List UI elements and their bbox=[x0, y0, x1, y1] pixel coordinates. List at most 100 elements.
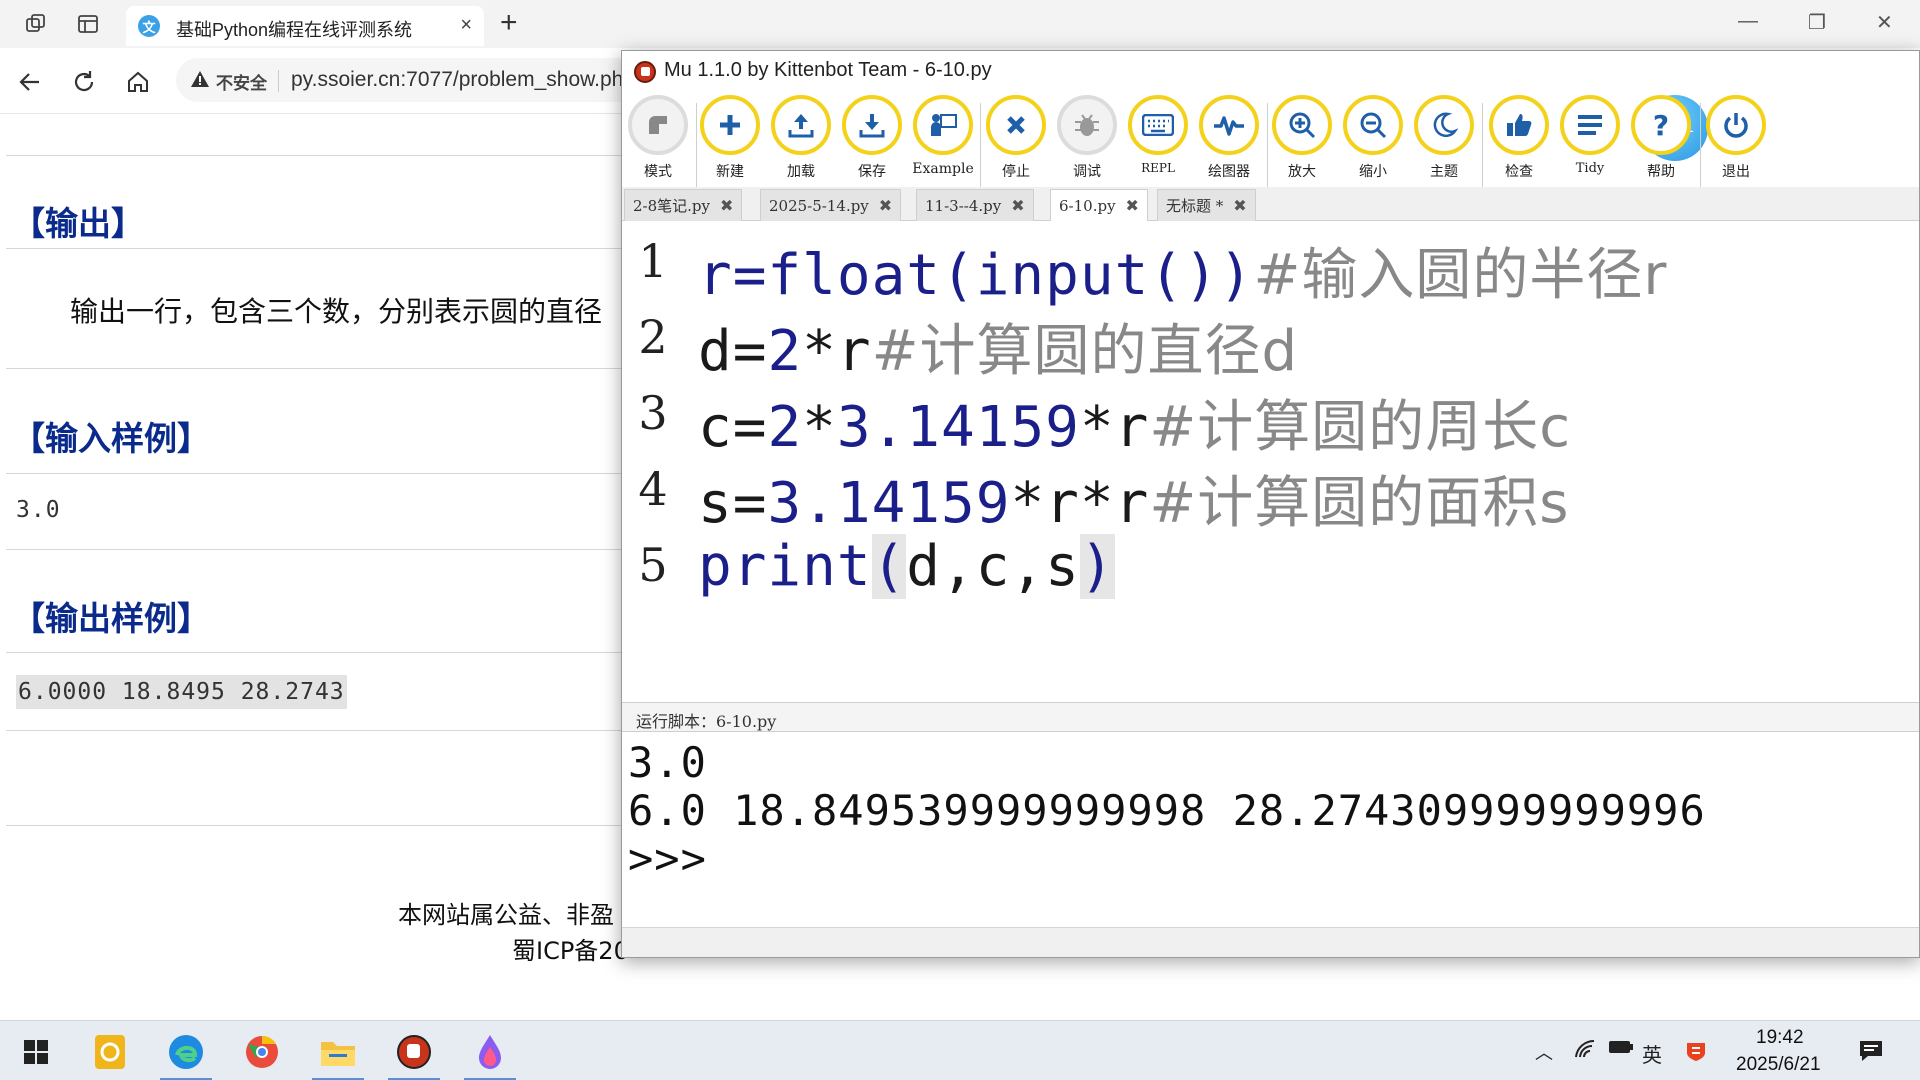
run-status-bar: 运行脚本：6-10.py bbox=[622, 702, 1919, 732]
footer-icp[interactable]: 蜀ICP备20 bbox=[512, 931, 629, 966]
toolbar-separator bbox=[1267, 103, 1268, 189]
download-icon bbox=[842, 95, 902, 155]
file-tab[interactable]: 2-8笔记.py ✖ bbox=[624, 189, 743, 221]
close-tab-button[interactable]: × bbox=[460, 14, 472, 37]
address-separator bbox=[278, 70, 279, 92]
help-button[interactable]: ? 帮助 bbox=[1629, 95, 1693, 195]
theme-button[interactable]: 主题 bbox=[1412, 95, 1476, 195]
refresh-icon[interactable] bbox=[66, 64, 102, 100]
taskbar-edge-icon[interactable] bbox=[156, 1027, 216, 1080]
notification-center-icon[interactable] bbox=[1858, 1039, 1884, 1068]
run-status-text: 运行脚本：6-10.py bbox=[636, 712, 777, 731]
file-tab[interactable]: 无标题 * ✖ bbox=[1157, 189, 1256, 221]
code-segment: d= bbox=[698, 319, 768, 384]
code-comment: #输入圆的半径r bbox=[1253, 243, 1668, 308]
tab-title: 基础Python编程在线评测系统 bbox=[176, 20, 413, 40]
clock-time[interactable]: 19:42 bbox=[1756, 1027, 1804, 1049]
mu-logo-icon bbox=[634, 61, 656, 83]
repl-line: 3.0 bbox=[628, 738, 707, 787]
code-editor[interactable]: 1 r=float(input())#输入圆的半径r 2 d=2*r#计算圆的直… bbox=[622, 222, 1919, 702]
zoom-in-icon bbox=[1272, 95, 1332, 155]
close-icon[interactable]: ✖ bbox=[1126, 196, 1139, 216]
start-button[interactable] bbox=[6, 1027, 66, 1077]
toolbar-label: 调试 bbox=[1073, 164, 1101, 180]
code-line: 4 s=3.14159*r*r#计算圆的面积s bbox=[622, 458, 1919, 536]
quit-button[interactable]: 退出 bbox=[1704, 95, 1768, 195]
tab-actions-icon[interactable] bbox=[74, 10, 102, 38]
close-icon[interactable]: ✖ bbox=[1233, 196, 1246, 216]
battery-icon[interactable] bbox=[1608, 1039, 1634, 1060]
new-button[interactable]: 新建 bbox=[698, 95, 762, 195]
wifi-icon[interactable] bbox=[1574, 1039, 1596, 1064]
active-browser-tab[interactable]: 文 基础Python编程在线评测系统 × bbox=[126, 6, 484, 46]
show-hidden-icons-chevron-icon[interactable]: ︿ bbox=[1535, 1039, 1553, 1065]
url-text[interactable]: py.ssoier.cn:7077/problem_show.php bbox=[291, 68, 635, 92]
back-icon[interactable] bbox=[12, 64, 48, 100]
toolbar-separator bbox=[696, 103, 697, 189]
zoom-in-button[interactable]: 放大 bbox=[1270, 95, 1334, 195]
close-icon[interactable]: ✖ bbox=[720, 196, 733, 216]
toolbar-separator bbox=[1482, 103, 1483, 189]
repl-line: 6.0 18.849539999999998 28.27430999999999… bbox=[628, 786, 1706, 835]
debug-button[interactable]: 调试 bbox=[1055, 95, 1119, 195]
taskbar-browser-icon[interactable] bbox=[232, 1027, 292, 1077]
example-button[interactable]: Example bbox=[911, 95, 975, 195]
file-tab-label: 2025-5-14.py bbox=[769, 196, 869, 215]
file-tab-label: 11-3--4.py bbox=[925, 196, 1002, 215]
load-button[interactable]: 加载 bbox=[769, 95, 833, 195]
sample-output-value: 6.0000 18.8495 28.2743 bbox=[18, 679, 345, 705]
taskbar-mu-editor-icon[interactable] bbox=[384, 1027, 444, 1080]
input-method-indicator[interactable]: 英 bbox=[1642, 1039, 1662, 1068]
code-segment: *r bbox=[802, 319, 872, 384]
mu-window-title: Mu 1.1.0 by Kittenbot Team - 6-10.py bbox=[664, 59, 992, 81]
restore-button[interactable]: ❐ bbox=[1808, 10, 1826, 35]
file-tab[interactable]: 11-3--4.py ✖ bbox=[916, 189, 1034, 221]
toolbar-label: Tidy bbox=[1575, 161, 1605, 176]
taskbar-file-explorer-icon[interactable] bbox=[308, 1027, 368, 1080]
repl-output-pane[interactable]: 3.0 6.0 18.849539999999998 28.2743099999… bbox=[622, 732, 1919, 932]
line-number: 2 bbox=[638, 310, 668, 364]
close-icon[interactable]: ✖ bbox=[1011, 196, 1024, 216]
pulse-icon bbox=[1199, 95, 1259, 155]
tidy-button[interactable]: Tidy bbox=[1558, 95, 1622, 195]
toolbar-label: 加载 bbox=[787, 164, 815, 180]
bracket-match: ) bbox=[1079, 534, 1115, 599]
file-tab-label: 6-10.py bbox=[1059, 196, 1116, 215]
check-button[interactable]: 检查 bbox=[1487, 95, 1551, 195]
close-icon[interactable]: ✖ bbox=[879, 196, 892, 216]
bracket-match: ( bbox=[871, 534, 907, 599]
footer-notice: 本网站属公益、非盈 bbox=[398, 901, 614, 929]
taskbar-app-notes-icon[interactable] bbox=[80, 1027, 140, 1077]
workspaces-icon[interactable] bbox=[22, 10, 50, 38]
output-heading: 【输出】 bbox=[12, 204, 144, 243]
toolbar-label: 主题 bbox=[1430, 164, 1458, 180]
minimize-button[interactable]: — bbox=[1738, 10, 1758, 33]
toolbar-label: 新建 bbox=[716, 164, 744, 180]
taskbar-paint-icon[interactable] bbox=[460, 1027, 520, 1080]
mu-title-bar[interactable]: Mu 1.1.0 by Kittenbot Team - 6-10.py bbox=[622, 51, 1919, 91]
sample-input-heading: 【输入样例】 bbox=[12, 419, 210, 458]
close-window-button[interactable]: ✕ bbox=[1876, 10, 1893, 35]
sample-input-value: 3.0 bbox=[16, 497, 61, 523]
insecure-label: 不安全 bbox=[216, 74, 267, 93]
new-tab-button[interactable]: + bbox=[500, 6, 518, 40]
plotter-button[interactable]: 绘图器 bbox=[1197, 95, 1261, 195]
repl-prompt[interactable]: >>> bbox=[628, 834, 707, 883]
clock-date[interactable]: 2025/6/21 bbox=[1736, 1054, 1821, 1076]
stop-icon bbox=[986, 95, 1046, 155]
repl-button[interactable]: REPL bbox=[1126, 95, 1190, 195]
code-segment: d,c,s bbox=[906, 534, 1080, 599]
warning-icon[interactable] bbox=[190, 69, 210, 94]
toolbar-label: 绘图器 bbox=[1208, 164, 1250, 180]
mode-button[interactable]: 模式 bbox=[626, 95, 690, 195]
home-icon[interactable] bbox=[120, 64, 156, 100]
antivirus-icon[interactable] bbox=[1684, 1039, 1708, 1068]
file-tab[interactable]: 2025-5-14.py ✖ bbox=[760, 189, 902, 221]
site-favicon-icon: 文 bbox=[138, 15, 160, 37]
zoom-out-button[interactable]: 缩小 bbox=[1341, 95, 1405, 195]
save-button[interactable]: 保存 bbox=[840, 95, 904, 195]
file-tab-active[interactable]: 6-10.py ✖ bbox=[1050, 189, 1148, 221]
mu-file-tabs: 2-8笔记.py ✖ 2025-5-14.py ✖ 11-3--4.py ✖ 6… bbox=[622, 187, 1919, 221]
stop-button[interactable]: 停止 bbox=[984, 95, 1048, 195]
toolbar-label: 缩小 bbox=[1359, 164, 1387, 180]
